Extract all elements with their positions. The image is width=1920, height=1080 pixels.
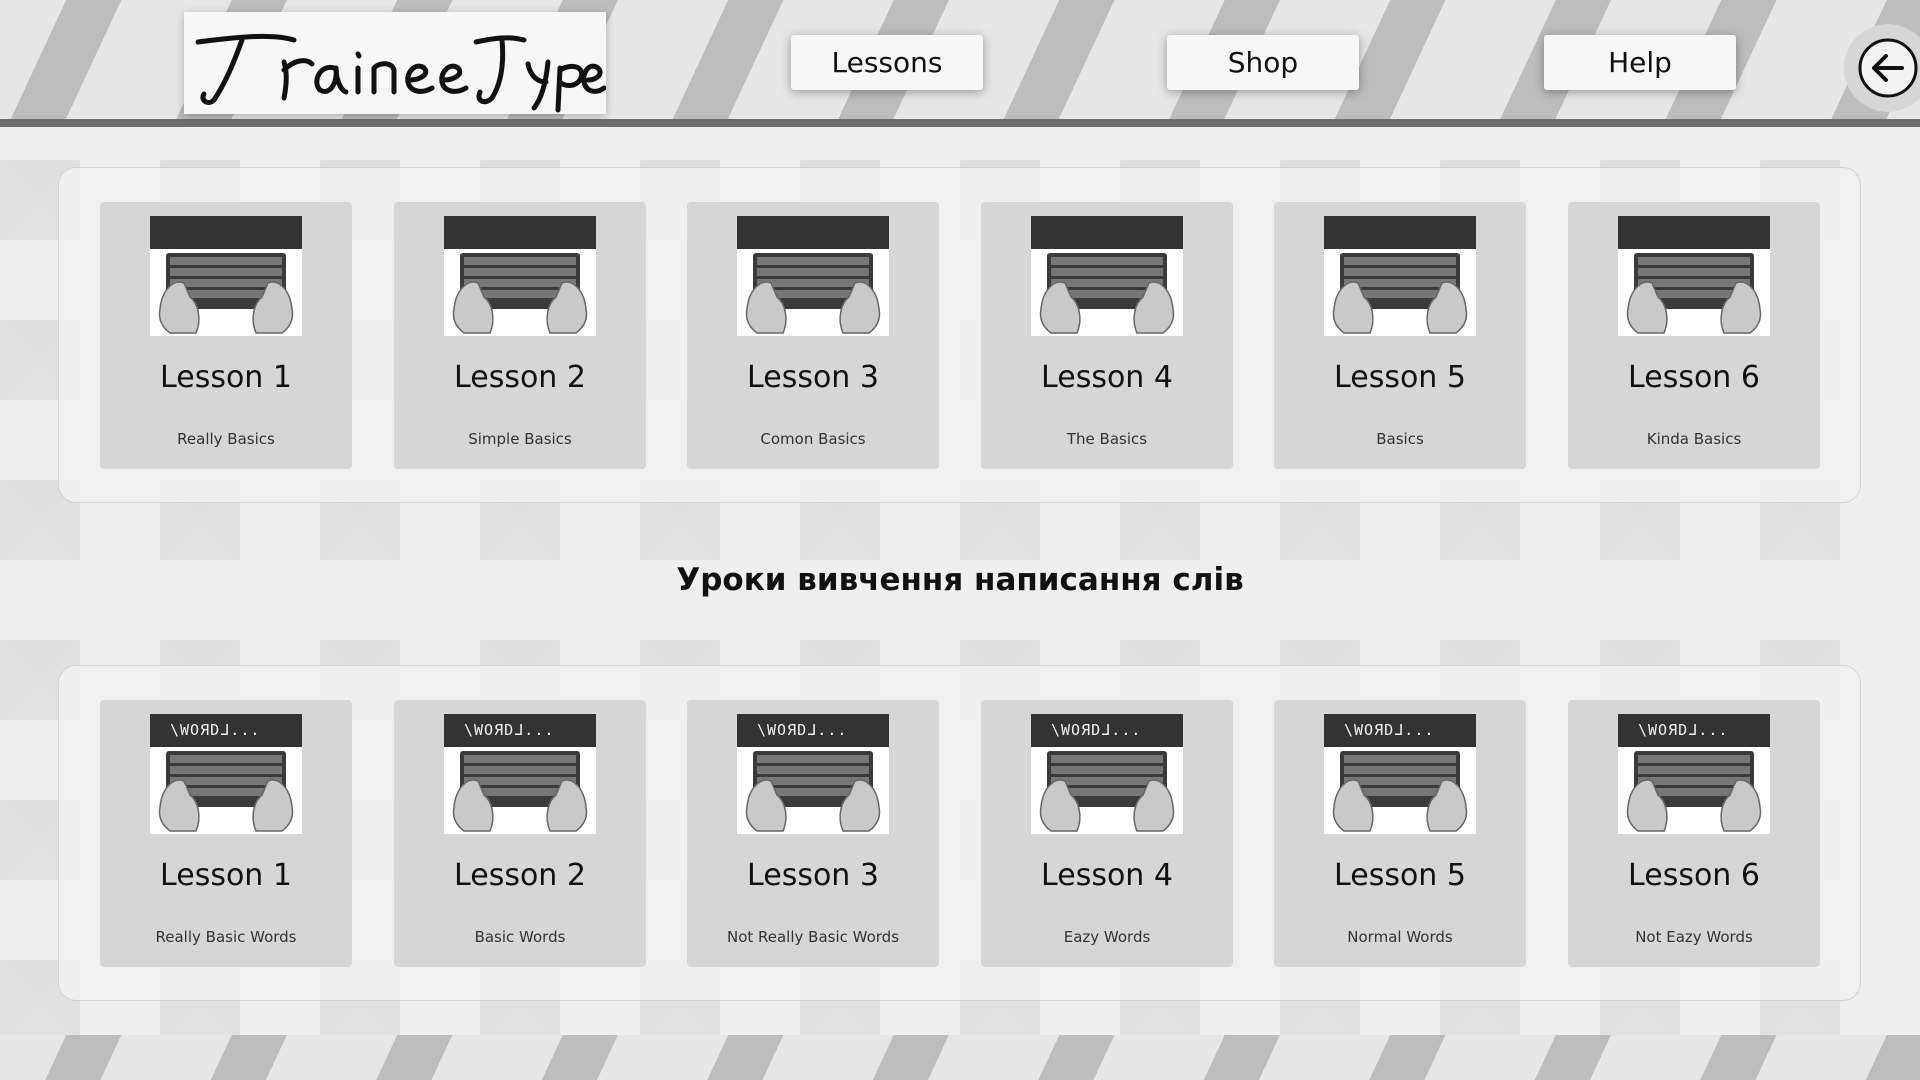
lesson-title: Lesson 6 <box>1628 858 1760 893</box>
lesson-subtitle: Not Eazy Words <box>1635 928 1753 946</box>
lesson-subtitle: Eazy Words <box>1063 928 1151 946</box>
keyboard-hands-icon <box>1332 751 1468 832</box>
words-lesson-card-6[interactable]: \WOЯDᒧ... Lesson 6 Not Eazy Words <box>1568 700 1820 967</box>
keyboard-hands-icon <box>745 253 881 334</box>
thumbnail-text-bar <box>1324 216 1476 249</box>
logo-handwriting <box>195 33 607 113</box>
keyboard-hands-icon <box>452 253 588 334</box>
back-button[interactable] <box>1844 24 1920 112</box>
keyboard-hands-icon <box>452 751 588 832</box>
keyboard-thumbnail: \WOЯDᒧ... <box>150 714 302 834</box>
arrow-left-circle-icon <box>1858 38 1918 98</box>
lesson-subtitle: Basic Words <box>474 928 566 946</box>
keyboard-thumbnail: \WOЯDᒧ... <box>1324 714 1476 834</box>
lesson-title: Lesson 4 <box>1041 858 1173 893</box>
thumbnail-text-bar <box>1031 216 1183 249</box>
words-lesson-card-5[interactable]: \WOЯDᒧ... Lesson 5 Normal Words <box>1274 700 1526 967</box>
thumbnail-text-bar <box>1618 216 1770 249</box>
keyboard-thumbnail <box>1618 216 1770 336</box>
basics-lesson-card-6[interactable]: Lesson 6 Kinda Basics <box>1568 202 1820 469</box>
lesson-title: Lesson 2 <box>454 360 586 395</box>
keyboard-hands-icon <box>1332 253 1468 334</box>
lesson-subtitle: The Basics <box>1066 430 1148 448</box>
keyboard-thumbnail: \WOЯDᒧ... <box>1031 714 1183 834</box>
thumbnail-text-bar <box>444 216 596 249</box>
app-logo[interactable] <box>184 12 607 114</box>
keyboard-thumbnail <box>737 216 889 336</box>
thumbnail-text-bar: \WOЯDᒧ... <box>150 714 302 747</box>
thumbnail-text-bar: \WOЯDᒧ... <box>1324 714 1476 747</box>
keyboard-hands-icon <box>1039 751 1175 832</box>
lesson-subtitle: Normal Words <box>1347 928 1453 946</box>
keyboard-thumbnail <box>1324 216 1476 336</box>
lesson-title: Lesson 1 <box>160 360 292 395</box>
lesson-title: Lesson 5 <box>1334 360 1466 395</box>
lesson-subtitle: Really Basic Words <box>155 928 297 946</box>
keyboard-hands-icon <box>1626 253 1762 334</box>
lesson-title: Lesson 1 <box>160 858 292 893</box>
lesson-subtitle: Really Basics <box>177 430 275 448</box>
words-lesson-card-3[interactable]: \WOЯDᒧ... Lesson 3 Not Really Basic Word… <box>687 700 939 967</box>
keyboard-hands-icon <box>158 751 294 832</box>
keyboard-thumbnail: \WOЯDᒧ... <box>1618 714 1770 834</box>
basics-lessons-panel: Lesson 1 Really Basics Lesson 2 Simple B… <box>58 167 1861 503</box>
nav-lessons-button[interactable]: Lessons <box>791 35 983 90</box>
footer-pattern <box>0 1035 1920 1080</box>
words-lesson-card-4[interactable]: \WOЯDᒧ... Lesson 4 Eazy Words <box>981 700 1233 967</box>
keyboard-thumbnail <box>444 216 596 336</box>
keyboard-thumbnail: \WOЯDᒧ... <box>737 714 889 834</box>
keyboard-hands-icon <box>1626 751 1762 832</box>
lesson-subtitle: Comon Basics <box>760 430 866 448</box>
lesson-subtitle: Basics <box>1376 430 1424 448</box>
header-bar: Lessons Shop Help <box>0 0 1920 127</box>
keyboard-hands-icon <box>158 253 294 334</box>
words-lesson-card-2[interactable]: \WOЯDᒧ... Lesson 2 Basic Words <box>394 700 646 967</box>
lesson-title: Lesson 6 <box>1628 360 1760 395</box>
basics-lesson-card-5[interactable]: Lesson 5 Basics <box>1274 202 1526 469</box>
thumbnail-text-bar: \WOЯDᒧ... <box>1618 714 1770 747</box>
lesson-subtitle: Kinda Basics <box>1646 430 1742 448</box>
nav-help-button[interactable]: Help <box>1544 35 1736 90</box>
keyboard-thumbnail: \WOЯDᒧ... <box>444 714 596 834</box>
thumbnail-text-bar <box>150 216 302 249</box>
thumbnail-text-bar: \WOЯDᒧ... <box>444 714 596 747</box>
keyboard-hands-icon <box>745 751 881 832</box>
thumbnail-text-bar: \WOЯDᒧ... <box>1031 714 1183 747</box>
lesson-title: Lesson 3 <box>747 858 879 893</box>
keyboard-thumbnail <box>1031 216 1183 336</box>
lesson-subtitle: Not Really Basic Words <box>726 928 900 946</box>
words-section-heading: Уроки вивчення написання слів <box>676 562 1244 598</box>
lesson-title: Lesson 5 <box>1334 858 1466 893</box>
lesson-title: Lesson 2 <box>454 858 586 893</box>
lesson-title: Lesson 3 <box>747 360 879 395</box>
keyboard-thumbnail <box>150 216 302 336</box>
basics-lesson-card-3[interactable]: Lesson 3 Comon Basics <box>687 202 939 469</box>
basics-lesson-card-1[interactable]: Lesson 1 Really Basics <box>100 202 352 469</box>
thumbnail-text-bar <box>737 216 889 249</box>
keyboard-hands-icon <box>1039 253 1175 334</box>
lesson-title: Lesson 4 <box>1041 360 1173 395</box>
words-lessons-panel: \WOЯDᒧ... Lesson 1 Really Basic Words \W… <box>58 665 1861 1001</box>
words-lesson-card-1[interactable]: \WOЯDᒧ... Lesson 1 Really Basic Words <box>100 700 352 967</box>
nav-shop-button[interactable]: Shop <box>1167 35 1359 90</box>
basics-lesson-card-2[interactable]: Lesson 2 Simple Basics <box>394 202 646 469</box>
basics-lesson-card-4[interactable]: Lesson 4 The Basics <box>981 202 1233 469</box>
lesson-subtitle: Simple Basics <box>468 430 572 448</box>
thumbnail-text-bar: \WOЯDᒧ... <box>737 714 889 747</box>
